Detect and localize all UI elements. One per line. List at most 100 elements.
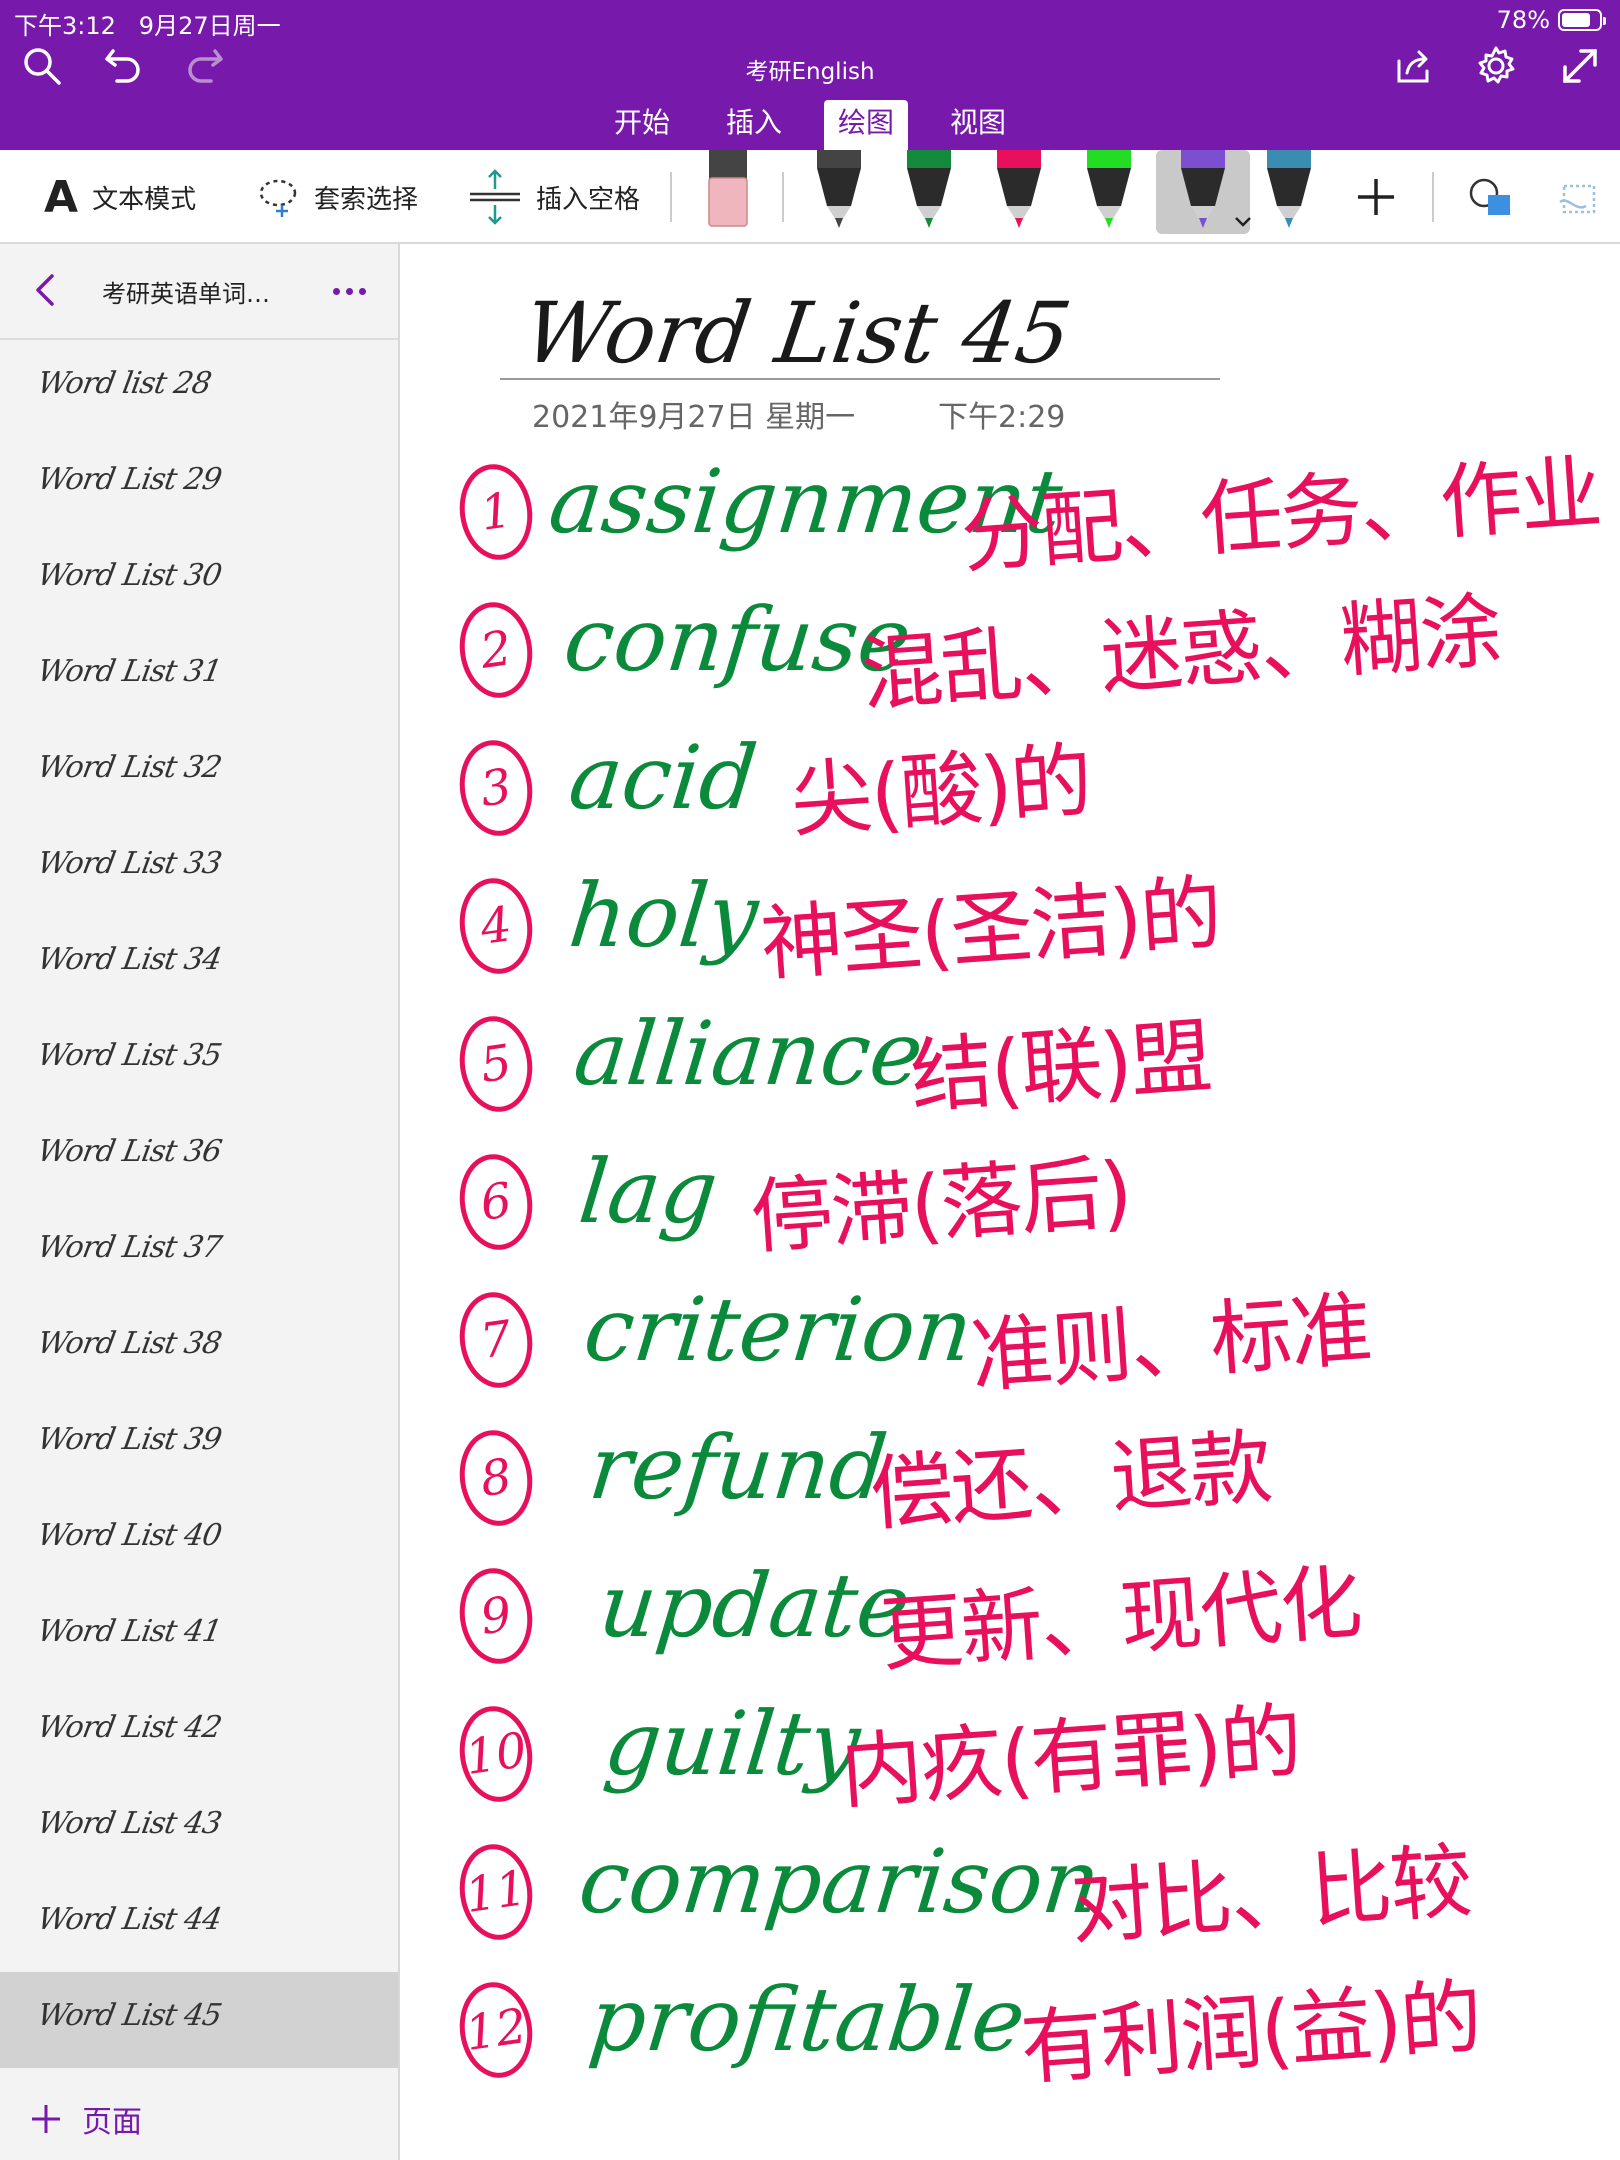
sidebar-page-item[interactable]: Word List 36 [0,1108,398,1204]
pen-icon [907,150,951,228]
tab-home[interactable]: 开始 [600,100,684,144]
pen-tool[interactable] [808,150,870,242]
pen-icon [1181,150,1225,228]
title-rule [500,378,1220,380]
entry-meaning: 偿还、退款 [867,1420,1274,1543]
ink-to-shape-button[interactable] [1556,150,1606,244]
lasso-select-button[interactable]: 套索选择 [256,150,418,244]
section-title: 考研英语单词… [102,280,270,308]
sidebar-page-item[interactable]: Word List 32 [0,724,398,820]
sidebar-page-item[interactable]: Word List 33 [0,820,398,916]
entry-word: update [594,1554,915,1657]
entry-word: lag [574,1140,723,1243]
sidebar-page-item[interactable]: Word List 31 [0,628,398,724]
tab-view[interactable]: 视图 [936,100,1020,144]
pen-tool[interactable] [1156,150,1251,242]
word-entry: 2 confuse 混乱、迷惑、糊涂 [400,582,1620,723]
sidebar-page-label: Word List 38 [34,1326,224,1361]
sidebar-page-label: Word List 36 [34,1134,224,1169]
sidebar-page-item[interactable]: Word List 39 [0,1396,398,1492]
share-icon[interactable] [1390,42,1438,90]
chevron-down-icon [1235,217,1251,227]
note-canvas[interactable]: Word List 45 2021年9月27日 星期一 下午2:29 1 assi… [400,244,1620,2160]
insert-space-icon [470,169,520,225]
sidebar-page-item[interactable]: Word List 34 [0,916,398,1012]
sidebar-page-item[interactable]: Word List 41 [0,1588,398,1684]
sidebar-page-item[interactable]: Word List 30 [0,532,398,628]
sidebar-page-label: Word List 33 [34,846,224,881]
sidebar-page-label: Word list 28 [34,366,214,401]
shapes-button[interactable] [1466,150,1516,244]
sidebar-page-item[interactable]: Word List 43 [0,1780,398,1876]
more-icon[interactable] [333,288,366,295]
add-page-button[interactable]: 页面 [0,2084,398,2154]
sidebar-page-item[interactable]: Word List 42 [0,1684,398,1780]
sidebar-page-item[interactable]: Word List 45 [0,1972,398,2068]
sidebar-page-label: Word List 40 [34,1518,224,1553]
pen-tool[interactable] [898,150,960,242]
entry-meaning: 结(联)盟 [907,1009,1214,1126]
pen-icon [1267,150,1311,228]
word-entry: 4 holy 神圣(圣洁)的 [400,858,1620,993]
entry-number: 3 [453,735,539,841]
sidebar-page-label: Word List 43 [34,1806,224,1841]
sidebar-page-label: Word List 35 [34,1038,224,1073]
add-page-label: 页面 [82,2105,142,2140]
sidebar-page-item[interactable]: Word List 44 [0,1876,398,1972]
pen-icon [817,150,861,228]
back-chevron-icon[interactable] [30,270,60,314]
status-battery: 78% [1497,6,1606,34]
pen-tool[interactable] [1258,150,1320,242]
entry-number: 10 [453,1701,539,1807]
pen-tool[interactable] [1078,150,1140,242]
sidebar-page-item[interactable]: Word List 38 [0,1300,398,1396]
entry-number: 7 [453,1287,539,1393]
entry-word: refund [584,1416,892,1519]
entry-meaning: 内疚(有罪)的 [837,1694,1304,1821]
word-entry: 11 comparison 对比、比较 [400,1824,1620,1957]
add-pen-button[interactable] [1354,150,1398,244]
app-title: 考研English [745,59,875,85]
entry-word: acid [564,726,762,829]
eraser-tool[interactable] [697,150,759,242]
section-header: 考研英语单词… [0,244,398,340]
eraser-icon [708,150,748,227]
entry-meaning: 对比、比较 [1067,1834,1474,1957]
word-entry: 5 alliance 结(联)盟 [400,996,1620,1126]
lasso-label: 套索选择 [314,184,419,215]
entry-meaning: 神圣(圣洁)的 [757,866,1224,993]
status-time: 下午3:12 [14,12,116,40]
tab-insert[interactable]: 插入 [712,100,796,144]
sidebar-page-item[interactable]: Word list 28 [0,340,398,436]
sidebar-page-item[interactable]: Word List 40 [0,1492,398,1588]
sidebar-page-item[interactable]: Word List 35 [0,1012,398,1108]
entry-number: 11 [453,1839,539,1945]
sidebar-page-label: Word List 29 [34,462,224,497]
tab-draw[interactable]: 绘图 [824,100,909,150]
entry-word: alliance [569,1002,928,1105]
page-date: 2021年9月27日 星期一 [532,400,856,435]
sidebar-page-label: Word List 31 [34,654,224,689]
text-mode-button[interactable]: A 文本模式 [44,150,196,244]
pen-tool[interactable] [988,150,1050,242]
sidebar-page-label: Word List 34 [34,942,224,977]
entry-word: criterion [579,1278,978,1381]
status-date: 9月27日周一 [138,12,281,40]
insert-space-button[interactable]: 插入空格 [468,150,640,244]
entry-meaning: 尖(酸)的 [787,733,1094,850]
page-title[interactable]: Word List 45 [518,284,1077,382]
entry-number: 4 [453,873,539,979]
sidebar-page-item[interactable]: Word List 37 [0,1204,398,1300]
expand-icon[interactable] [1556,42,1604,90]
word-entry: 12 profitable 有利润(益)的 [400,1962,1620,2097]
title-bar: 下午3:12 9月27日周一 78% 考研English 开始 插入 绘图 视图 [0,0,1620,150]
text-mode-label: 文本模式 [92,184,197,215]
sidebar-page-item[interactable]: Word List 29 [0,436,398,532]
gear-icon[interactable] [1472,42,1520,90]
insert-space-label: 插入空格 [536,184,641,215]
sidebar-page-label: Word List 37 [34,1230,224,1265]
word-entry: 7 criterion 准则、标准 [400,1272,1620,1405]
sidebar-page-label: Word List 45 [34,1998,224,2033]
entry-number: 2 [453,597,539,703]
word-entry: 8 refund 偿还、退款 [400,1410,1620,1543]
